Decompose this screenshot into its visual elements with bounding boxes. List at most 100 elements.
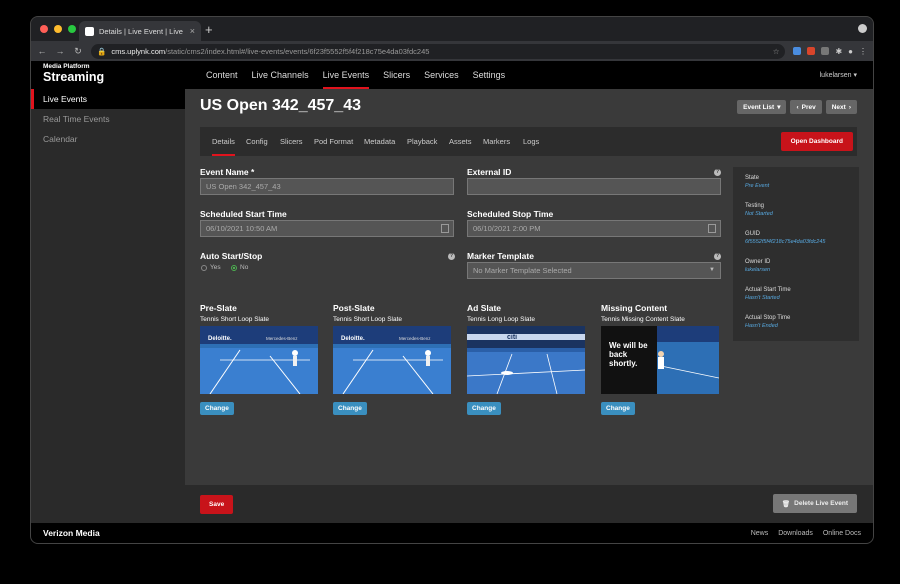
footer: Verizon Media News Downloads Online Docs: [31, 523, 873, 543]
nav-slicers[interactable]: Slicers: [376, 61, 417, 89]
browser-tab[interactable]: Details | Live Event | Live Eve ×: [79, 21, 201, 41]
close-tab-icon[interactable]: ×: [190, 26, 195, 36]
detail-tabs: Details Config Slicers Pod Format Metada…: [200, 127, 857, 156]
external-id-label: External ID: [467, 167, 512, 177]
nav-live-channels[interactable]: Live Channels: [245, 61, 316, 89]
delete-live-event-button[interactable]: 🗑 Delete Live Event: [772, 494, 857, 513]
next-button[interactable]: Next ›: [825, 100, 857, 114]
slate-subtitle: Tennis Short Loop Slate: [333, 316, 403, 323]
slate-subtitle: Tennis Short Loop Slate: [200, 316, 270, 323]
help-icon[interactable]: ?: [714, 169, 721, 176]
chevron-right-icon: ›: [848, 103, 851, 111]
tab-metadata[interactable]: Metadata: [364, 127, 395, 156]
delete-label: Delete Live Event: [794, 500, 848, 507]
close-window-button[interactable]: [40, 25, 48, 33]
extension-icon[interactable]: [821, 47, 830, 55]
extensions-area: ✱ ● ⋮: [793, 47, 867, 56]
calendar-icon[interactable]: [708, 224, 716, 233]
help-icon[interactable]: ?: [714, 253, 721, 260]
thumb-sponsor-text: Mercedes-Benz: [266, 336, 298, 341]
tab-slicers[interactable]: Slicers: [280, 127, 303, 156]
marker-template-select[interactable]: No Marker Template Selected ▼: [467, 262, 721, 279]
thumb-sponsor-text: Deloitte.: [341, 336, 365, 342]
slate-thumbnail: Deloitte. Mercedes-Benz: [333, 326, 451, 394]
chevron-left-icon: ‹: [796, 103, 799, 111]
action-bar: Save 🗑 Delete Live Event: [185, 485, 873, 523]
open-dashboard-button[interactable]: Open Dashboard: [780, 132, 853, 151]
radio-no[interactable]: No: [231, 264, 248, 271]
nav-live-events[interactable]: Live Events: [316, 61, 377, 89]
puzzle-icon[interactable]: ✱: [835, 47, 842, 56]
account-icon[interactable]: ●: [848, 47, 853, 56]
address-bar[interactable]: 🔒 cms.uplynk.com/static/cms2/index.html#…: [91, 43, 786, 59]
new-tab-icon[interactable]: +: [205, 22, 213, 37]
event-list-button[interactable]: Event List ▾: [737, 100, 787, 114]
info-value: Not Started: [745, 211, 773, 217]
info-value: Pre Event: [745, 183, 770, 189]
tab-pod-format[interactable]: Pod Format: [314, 127, 353, 156]
info-key: Testing: [745, 203, 765, 209]
more-menu-icon[interactable]: ⋮: [859, 47, 867, 56]
prev-button[interactable]: ‹ Prev: [790, 100, 822, 114]
pager-buttons: Event List ▾ ‹ Prev Next ›: [737, 100, 857, 114]
scheduled-stop-field[interactable]: 06/10/2021 2:00 PM: [467, 220, 721, 237]
slate-thumbnail: citi: [467, 326, 585, 394]
scheduled-stop-value: 06/10/2021 2:00 PM: [473, 224, 541, 233]
radio-yes-circle[interactable]: [201, 264, 207, 271]
logo[interactable]: Media Platform Streaming: [43, 63, 104, 83]
minimize-window-button[interactable]: [54, 25, 62, 33]
scheduled-stop-label: Scheduled Stop Time: [467, 209, 554, 219]
slate-subtitle: Tennis Long Loop Slate: [467, 316, 535, 323]
nav-settings[interactable]: Settings: [466, 61, 513, 89]
thumb-sponsor-text: Mercedes-Benz: [399, 336, 431, 341]
scheduled-start-label: Scheduled Start Time: [200, 209, 287, 219]
reload-icon[interactable]: ↻: [73, 46, 83, 57]
sidebar-item-real-time-events[interactable]: Real Time Events: [31, 109, 185, 129]
calendar-icon[interactable]: [441, 224, 449, 233]
tab-details[interactable]: Details: [212, 127, 235, 156]
bookmark-star-icon[interactable]: ☆: [773, 47, 780, 56]
profile-menu-icon[interactable]: [858, 24, 867, 33]
main-content: US Open 342_457_43 Event List ▾ ‹ Prev Nex…: [185, 89, 873, 523]
page-title: US Open 342_457_43: [200, 97, 361, 114]
forward-icon[interactable]: →: [55, 46, 65, 56]
external-id-field[interactable]: [467, 178, 721, 195]
slate-subtitle: Tennis Missing Content Slate: [601, 316, 685, 323]
change-slate-button[interactable]: Change: [333, 402, 367, 415]
tab-playback[interactable]: Playback: [407, 127, 437, 156]
tab-assets[interactable]: Assets: [449, 127, 472, 156]
event-name-field[interactable]: US Open 342_457_43: [200, 178, 454, 195]
info-key: Actual Start Time: [745, 287, 791, 293]
nav-services[interactable]: Services: [417, 61, 466, 89]
favicon-icon: [85, 26, 94, 36]
url-host: cms.uplynk.com: [111, 46, 166, 56]
info-key: Actual Stop Time: [745, 315, 791, 321]
change-slate-button[interactable]: Change: [467, 402, 501, 415]
radio-yes[interactable]: Yes: [201, 264, 221, 271]
extension-icon[interactable]: [807, 47, 816, 55]
slate-name: Ad Slate: [467, 303, 502, 313]
footer-link-news[interactable]: News: [751, 530, 769, 537]
help-icon[interactable]: ?: [448, 253, 455, 260]
footer-link-online-docs[interactable]: Online Docs: [823, 530, 861, 537]
tab-markers[interactable]: Markers: [483, 127, 510, 156]
change-slate-button[interactable]: Change: [200, 402, 234, 415]
back-icon[interactable]: ←: [37, 46, 47, 56]
info-value: Hasn't Ended: [745, 323, 778, 329]
sidebar-item-calendar[interactable]: Calendar: [31, 129, 185, 149]
sidebar: Live Events Real Time Events Calendar: [31, 89, 185, 523]
change-slate-button[interactable]: Change: [601, 402, 635, 415]
tab-logs[interactable]: Logs: [523, 127, 539, 156]
tab-config[interactable]: Config: [246, 127, 268, 156]
scheduled-start-field[interactable]: 06/10/2021 10:50 AM: [200, 220, 454, 237]
footer-link-downloads[interactable]: Downloads: [778, 530, 813, 537]
user-menu[interactable]: lukelarsen ▾: [820, 71, 857, 79]
zoom-window-button[interactable]: [68, 25, 76, 33]
sidebar-item-live-events[interactable]: Live Events: [31, 89, 185, 109]
chevron-down-icon: ▾: [777, 104, 781, 111]
browser-tabbar: Details | Live Event | Live Eve × +: [31, 17, 873, 41]
extension-icon[interactable]: [793, 47, 802, 55]
nav-content[interactable]: Content: [199, 61, 245, 89]
radio-no-circle[interactable]: [231, 264, 237, 271]
save-button[interactable]: Save: [200, 495, 234, 514]
